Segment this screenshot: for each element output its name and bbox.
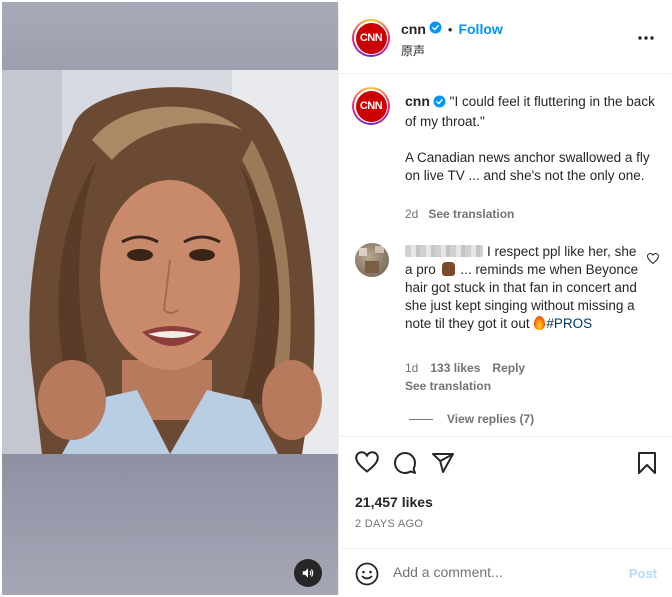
comment-meta: 1d 133 likes Reply	[405, 361, 525, 375]
comment-age: 1d	[405, 361, 419, 375]
cnn-avatar[interactable]: CNN	[352, 19, 390, 57]
caption-username[interactable]: cnn	[405, 93, 430, 109]
speaker-icon	[302, 568, 314, 578]
post-likes-count[interactable]: 21,457 likes	[355, 494, 433, 510]
comment-reply-button[interactable]: Reply	[492, 361, 525, 375]
separator-dot: •	[447, 21, 453, 37]
fist-emoji-icon	[441, 262, 455, 276]
post-comment-button[interactable]: Post	[629, 566, 657, 581]
add-comment-bar: Post	[339, 548, 671, 595]
view-replies-label: View replies (7)	[447, 412, 535, 426]
commenter-username-blurred[interactable]	[405, 245, 483, 257]
post-header: CNN cnn • Follow 原声	[339, 2, 671, 74]
comment-see-translation[interactable]: See translation	[405, 379, 491, 393]
video-letterbox-top	[2, 2, 338, 70]
more-options-icon[interactable]	[637, 29, 655, 44]
bookmark-icon[interactable]	[637, 451, 657, 475]
share-icon[interactable]	[431, 451, 455, 475]
header-user-row: cnn • Follow	[401, 21, 503, 37]
replies-divider-line	[409, 418, 433, 420]
sound-toggle-button[interactable]	[294, 559, 322, 587]
caption-age: 2d	[405, 207, 419, 221]
emoji-icon[interactable]	[355, 562, 379, 589]
video-frame[interactable]	[2, 70, 338, 454]
comment-like-heart-icon[interactable]	[646, 252, 660, 267]
comment-text: I respect ppl like her, she a pro ... re…	[405, 243, 645, 333]
action-icons-row	[355, 451, 455, 475]
commenter-avatar[interactable]	[355, 243, 389, 277]
header-username[interactable]: cnn	[401, 21, 426, 37]
hashtag-link[interactable]: #PROS	[546, 316, 592, 331]
caption-body: A Canadian news anchor swallowed a fly o…	[405, 150, 650, 183]
video-letterbox-bottom	[2, 454, 338, 595]
post-date: 2 DAYS AGO	[355, 518, 424, 530]
comment-likes-count[interactable]: 133 likes	[430, 361, 480, 375]
follow-button[interactable]: Follow	[458, 21, 502, 37]
verified-badge-icon	[433, 95, 446, 113]
comment-icon[interactable]	[393, 451, 417, 475]
caption-see-translation[interactable]: See translation	[428, 207, 514, 221]
post-side-panel: CNN cnn • Follow 原声 CNN cnn "I could fee…	[338, 2, 671, 595]
view-replies-button[interactable]: View replies (7)	[409, 412, 534, 426]
verified-badge-icon	[429, 21, 442, 37]
heart-icon[interactable]	[355, 451, 379, 475]
original-audio-link[interactable]: 原声	[401, 42, 425, 59]
add-comment-input[interactable]	[393, 561, 613, 583]
caption-meta: 2d See translation	[405, 207, 514, 221]
comment-text-part2: ... reminds me when Beyonce hair got stu…	[405, 262, 639, 331]
fire-emoji-icon	[534, 316, 546, 330]
post-actions: 21,457 likes 2 DAYS AGO	[339, 436, 671, 548]
comments-list[interactable]: CNN cnn "I could feel it fluttering in t…	[339, 75, 671, 435]
video-still-image	[2, 70, 338, 454]
caption-text: cnn "I could feel it fluttering in the b…	[405, 92, 655, 185]
caption-cnn-avatar[interactable]: CNN	[352, 87, 390, 125]
video-player[interactable]	[2, 2, 338, 595]
